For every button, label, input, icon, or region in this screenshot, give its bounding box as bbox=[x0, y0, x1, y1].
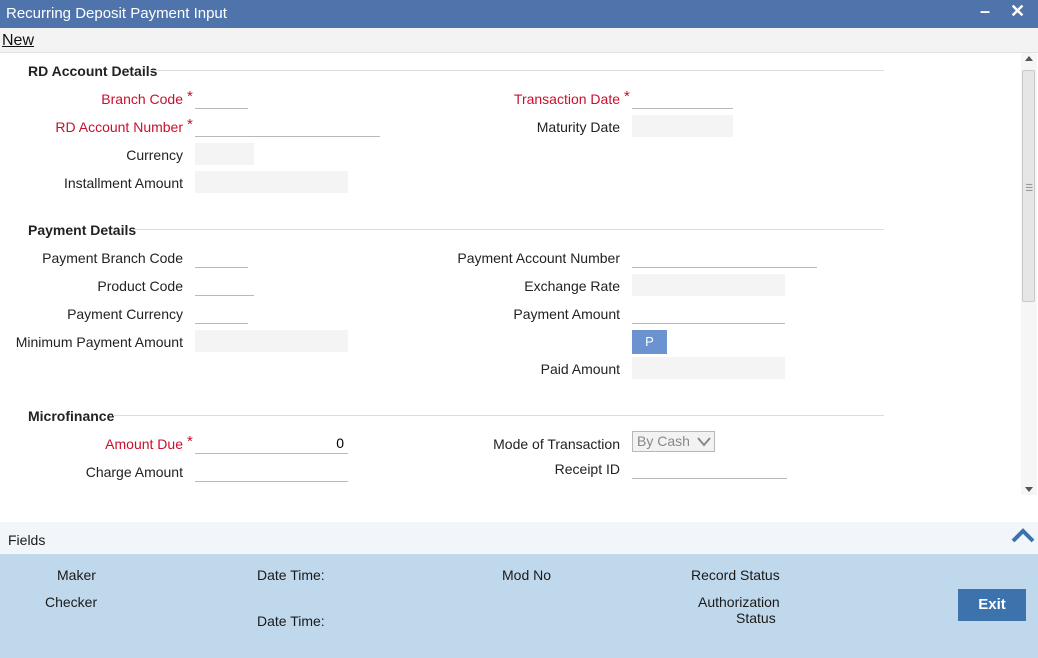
fields-label: Fields bbox=[8, 532, 46, 548]
payment-account-number-label: Payment Account Number bbox=[457, 250, 620, 266]
authorization-status-label: Status bbox=[736, 610, 776, 626]
vertical-scrollbar[interactable]: ─ ─ ─ bbox=[1021, 53, 1037, 495]
window-title: Recurring Deposit Payment Input bbox=[6, 5, 227, 22]
checker-date-time-label: Date Time: bbox=[257, 613, 325, 629]
payment-currency-input[interactable] bbox=[195, 302, 248, 324]
transaction-date-label: Transaction Date bbox=[513, 91, 620, 107]
installment-amount-field bbox=[195, 171, 348, 193]
mode-of-transaction-value: By Cash bbox=[637, 433, 690, 449]
currency-label: Currency bbox=[126, 147, 183, 163]
rd-account-number-label: RD Account Number bbox=[55, 119, 183, 135]
payment-account-number-input[interactable] bbox=[632, 246, 817, 268]
branch-code-input[interactable] bbox=[195, 87, 248, 109]
required-marker: * bbox=[187, 88, 193, 105]
mode-of-transaction-select[interactable]: By Cash bbox=[632, 431, 715, 452]
installment-amount-label: Installment Amount bbox=[63, 175, 183, 191]
chevron-up-icon[interactable] bbox=[1010, 526, 1036, 547]
chevron-down-icon bbox=[697, 435, 711, 451]
exchange-rate-label: Exchange Rate bbox=[524, 278, 620, 294]
minimize-icon[interactable]: – bbox=[980, 1, 990, 22]
p-button[interactable]: P bbox=[632, 330, 667, 354]
section-divider bbox=[150, 70, 884, 71]
section-title-microfinance: Microfinance bbox=[28, 408, 115, 424]
scrollbar-thumb[interactable]: ─ ─ ─ bbox=[1022, 70, 1035, 302]
scroll-up-icon[interactable] bbox=[1025, 56, 1033, 61]
required-marker: * bbox=[624, 88, 630, 105]
section-divider bbox=[134, 229, 884, 230]
close-icon[interactable]: ✕ bbox=[1010, 1, 1025, 22]
mode-of-transaction-label: Mode of Transaction bbox=[493, 436, 620, 452]
currency-field bbox=[195, 143, 254, 165]
amount-due-input[interactable] bbox=[195, 432, 348, 454]
payment-branch-code-input[interactable] bbox=[195, 246, 248, 268]
record-status-label: Record Status bbox=[691, 567, 780, 583]
rd-account-number-input[interactable] bbox=[195, 115, 380, 137]
payment-currency-label: Payment Currency bbox=[67, 306, 183, 322]
section-divider bbox=[113, 415, 884, 416]
payment-amount-input[interactable] bbox=[632, 302, 785, 324]
charge-amount-label: Charge Amount bbox=[85, 464, 183, 480]
fields-bar: Fields bbox=[0, 522, 1038, 554]
required-marker: * bbox=[187, 116, 193, 133]
maturity-date-label: Maturity Date bbox=[536, 119, 620, 135]
minimum-payment-amount-label: Minimum Payment Amount bbox=[15, 334, 183, 350]
exit-button[interactable]: Exit bbox=[958, 589, 1026, 621]
amount-due-label: Amount Due bbox=[105, 436, 183, 452]
section-title-rd-account: RD Account Details bbox=[28, 63, 158, 79]
exchange-rate-field bbox=[632, 274, 785, 296]
payment-branch-code-label: Payment Branch Code bbox=[42, 250, 183, 266]
mod-no-label: Mod No bbox=[502, 567, 552, 583]
payment-amount-label: Payment Amount bbox=[513, 306, 620, 322]
product-code-label: Product Code bbox=[97, 278, 183, 294]
scroll-down-icon[interactable] bbox=[1025, 487, 1033, 492]
checker-label: Checker bbox=[45, 594, 98, 610]
grip-icon: ─ ─ ─ bbox=[1026, 179, 1033, 195]
product-code-input[interactable] bbox=[195, 274, 254, 296]
paid-amount-label: Paid Amount bbox=[540, 361, 620, 377]
receipt-id-input[interactable] bbox=[632, 457, 787, 479]
authorization-label: Authorization bbox=[698, 594, 780, 610]
new-link[interactable]: New bbox=[2, 32, 34, 50]
paid-amount-field bbox=[632, 357, 785, 379]
section-title-payment: Payment Details bbox=[28, 222, 137, 238]
maturity-date-field bbox=[632, 115, 733, 137]
maker-label: Maker bbox=[57, 567, 96, 583]
transaction-date-input[interactable] bbox=[632, 87, 733, 109]
maker-date-time-label: Date Time: bbox=[257, 567, 325, 583]
branch-code-label: Branch Code bbox=[101, 91, 183, 107]
title-bar: Recurring Deposit Payment Input – ✕ bbox=[0, 0, 1038, 28]
charge-amount-input[interactable] bbox=[195, 460, 348, 482]
menu-bar: New bbox=[0, 28, 1038, 53]
minimum-payment-amount-field bbox=[195, 330, 348, 352]
required-marker: * bbox=[187, 433, 193, 450]
receipt-id-label: Receipt ID bbox=[554, 461, 620, 477]
